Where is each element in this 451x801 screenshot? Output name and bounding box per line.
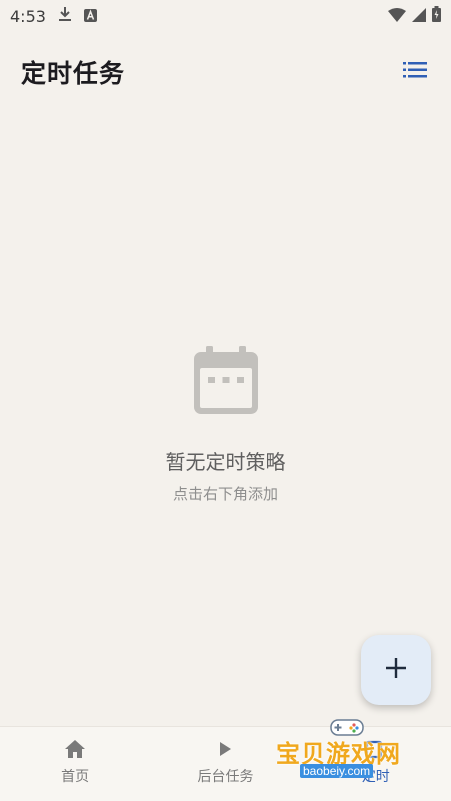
- status-right: [388, 6, 441, 26]
- empty-title: 暂无定时策略: [165, 450, 286, 474]
- list-icon: [403, 61, 427, 83]
- timer-icon: [365, 739, 387, 763]
- plus-icon: [385, 657, 407, 683]
- bottom-nav: 首页 后台任务 定时: [0, 726, 451, 801]
- nav-item-timer[interactable]: 定时: [301, 727, 451, 801]
- page-title: 定时任务: [21, 59, 126, 88]
- app-bar: 定时任务: [0, 44, 451, 100]
- add-button[interactable]: [361, 635, 431, 705]
- play-icon: [214, 739, 236, 763]
- wifi-icon: [388, 7, 406, 26]
- calendar-icon: [193, 344, 258, 418]
- status-time: 4:53: [10, 6, 46, 26]
- nav-item-background-tasks[interactable]: 后台任务: [150, 727, 300, 801]
- nav-label-home: 首页: [61, 769, 90, 785]
- battery-icon: [432, 6, 441, 26]
- status-bar: 4:53: [0, 0, 451, 32]
- nav-item-home[interactable]: 首页: [0, 727, 150, 801]
- empty-subtitle: 点击右下角添加: [172, 485, 278, 503]
- download-icon: [58, 6, 72, 26]
- a-badge-icon: [83, 7, 97, 26]
- status-left: 4:53: [10, 6, 97, 26]
- list-button[interactable]: [399, 56, 431, 88]
- empty-state: 暂无定时策略 点击右下角添加: [0, 344, 451, 504]
- nav-label-timer: 定时: [361, 769, 390, 785]
- signal-icon: [412, 7, 426, 26]
- nav-label-background-tasks: 后台任务: [197, 769, 254, 785]
- home-icon: [64, 739, 86, 763]
